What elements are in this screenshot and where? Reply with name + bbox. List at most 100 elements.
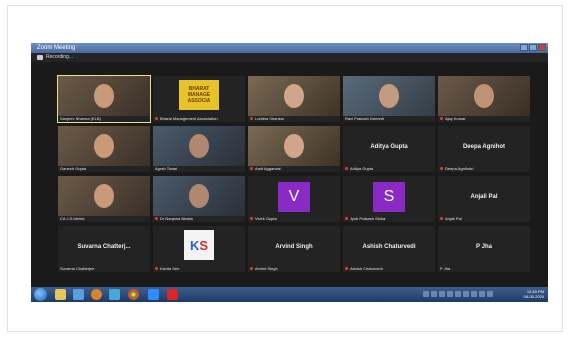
recording-label: Recording...	[46, 54, 73, 60]
system-tray	[423, 291, 498, 298]
participant-tile[interactable]: P Jha P Jha	[438, 226, 530, 272]
zoom-icon[interactable]	[148, 289, 159, 300]
participant-video	[248, 76, 340, 116]
participant-tile[interactable]: Dr Nanjana Bhatia	[153, 176, 245, 222]
participant-tile[interactable]: V Vivek Gupta	[248, 176, 340, 222]
participant-tile[interactable]: Ravi Prakash Dwivedi	[343, 76, 435, 122]
participant-display-name: P Jha	[476, 244, 492, 250]
participant-tile[interactable]: Suvarna Chatterj... Suvarna Chatterjee	[58, 226, 150, 272]
participant-tile[interactable]: Deepa Agnihot Deepa Agnihotri	[438, 126, 530, 172]
minimize-button[interactable]	[520, 44, 528, 51]
organization-logo: BHARAT MANAGE ASSOCIA	[179, 80, 219, 110]
media-icon[interactable]	[73, 289, 84, 300]
participant-face	[474, 84, 494, 108]
maximize-button[interactable]	[529, 44, 537, 51]
participant-tile[interactable]: K S Kavita Sen	[153, 226, 245, 272]
close-button[interactable]	[538, 44, 546, 51]
participant-face	[94, 84, 114, 108]
window-controls	[520, 44, 546, 51]
participant-name-label: Lohitha Shankar	[250, 116, 284, 121]
participant-face	[284, 134, 304, 158]
clock[interactable]: 12:45 PM 08-05-2020	[524, 289, 544, 299]
participant-name-label: Agrah Tiwari	[155, 166, 178, 171]
tray-icon[interactable]	[439, 291, 445, 297]
participant-tile[interactable]: BHARAT MANAGE ASSOCIA Bharat Management A…	[153, 76, 245, 122]
participant-name-label: CA J.S.Mehta	[60, 216, 85, 221]
tray-icon[interactable]	[431, 291, 437, 297]
participant-name-label: Ganesh Gupta	[60, 166, 87, 171]
participant-name-label: Bharat Management Association	[155, 116, 218, 121]
participant-display-name: Deepa Agnihot	[462, 144, 506, 150]
participant-tile[interactable]: Lohitha Shankar	[248, 76, 340, 122]
player-icon[interactable]	[91, 289, 102, 300]
tray-icon[interactable]	[479, 291, 485, 297]
participant-tile[interactable]: Amit Aggarwal	[248, 126, 340, 172]
participant-name-label: Arvind Singh	[250, 266, 278, 271]
participant-tile[interactable]: Arvind Singh Arvind Singh	[248, 226, 340, 272]
participant-face	[94, 184, 114, 208]
explorer-icon[interactable]	[55, 289, 66, 300]
participant-name-label: Jyoti Prakash Sinha	[345, 216, 385, 221]
participant-video	[58, 126, 150, 166]
participant-name-label: Ravi Prakash Dwivedi	[345, 116, 384, 121]
participant-name-label: P Jha	[440, 266, 451, 271]
participant-display-name: Aditya Gupta	[370, 144, 408, 150]
participant-name-label: Dr Nanjana Bhatia	[155, 216, 193, 221]
recording-bar: Recording...	[31, 53, 548, 62]
participant-video	[58, 176, 150, 216]
participant-name-label: Sanjeev Sharma (ELB)	[60, 116, 101, 121]
participant-tile[interactable]: Agrah Tiwari	[153, 126, 245, 172]
participant-face	[379, 84, 399, 108]
participant-display-name: Anjali Pal	[470, 194, 498, 200]
participant-tile[interactable]: S Jyoti Prakash Sinha	[343, 176, 435, 222]
participant-tile[interactable]: Anjali Pal Anjali Pal	[438, 176, 530, 222]
windows-taskbar: 12:45 PM 08-05-2020	[31, 287, 548, 302]
participant-name-label: Ajay Kumar	[440, 116, 466, 121]
clock-date: 08-05-2020	[523, 294, 544, 299]
recording-icon	[37, 55, 43, 60]
participant-grid: Sanjeev Sharma (ELB) BHARAT MANAGE ASSOCI…	[57, 75, 548, 281]
tray-icon[interactable]	[471, 291, 477, 297]
participant-tile[interactable]: Ajay Kumar	[438, 76, 530, 122]
zoom-window: Zoom Meeting Recording... Sanjeev Sharma…	[31, 43, 548, 302]
ks-logo: KS	[184, 230, 214, 260]
recording-indicator[interactable]: Recording...	[37, 54, 73, 61]
participant-video	[153, 176, 245, 216]
participant-name-label: Kavita Sen	[155, 266, 179, 271]
participant-display-name: Suvarna Chatterj...	[77, 244, 131, 250]
tray-icon[interactable]	[423, 291, 429, 297]
window-title: Zoom Meeting	[37, 45, 76, 51]
participant-tile[interactable]: Ashish Chaturvedi Ashish Chaturvedi	[343, 226, 435, 272]
ie-icon[interactable]	[109, 289, 120, 300]
participant-name-label: Deepa Agnihotri	[440, 166, 473, 171]
tray-icon[interactable]	[455, 291, 461, 297]
participant-display-name: Ashish Chaturvedi	[362, 244, 416, 250]
participant-video	[58, 76, 150, 116]
participant-video	[438, 76, 530, 116]
participant-face	[189, 184, 209, 208]
participant-avatar: S	[373, 182, 405, 212]
participant-video	[343, 76, 435, 116]
participant-tile[interactable]: Ganesh Gupta	[58, 126, 150, 172]
tray-icon[interactable]	[487, 291, 493, 297]
participant-avatar: V	[278, 182, 310, 212]
start-button[interactable]	[34, 288, 47, 301]
app-icon[interactable]	[167, 289, 178, 300]
tray-icon[interactable]	[463, 291, 469, 297]
participant-tile[interactable]: Sanjeev Sharma (ELB)	[57, 75, 151, 123]
participant-tile[interactable]: Aditya Gupta Aditya Gupta	[343, 126, 435, 172]
participant-name-label: Aditya Gupta	[345, 166, 373, 171]
participant-video	[153, 126, 245, 166]
chrome-icon[interactable]	[128, 289, 139, 300]
participant-video	[248, 126, 340, 166]
participant-name-label: Anjali Pal	[440, 216, 462, 221]
tray-icon[interactable]	[447, 291, 453, 297]
participant-name-label: Suvarna Chatterjee	[60, 266, 95, 271]
participant-name-label: Vivek Gupta	[250, 216, 277, 221]
participant-name-label: Ashish Chaturvedi	[345, 266, 382, 271]
participant-display-name: Arvind Singh	[275, 244, 313, 250]
participant-face	[284, 84, 304, 108]
participant-tile[interactable]: CA J.S.Mehta	[58, 176, 150, 222]
window-titlebar: Zoom Meeting	[31, 43, 548, 53]
participant-name-label: Amit Aggarwal	[250, 166, 281, 171]
